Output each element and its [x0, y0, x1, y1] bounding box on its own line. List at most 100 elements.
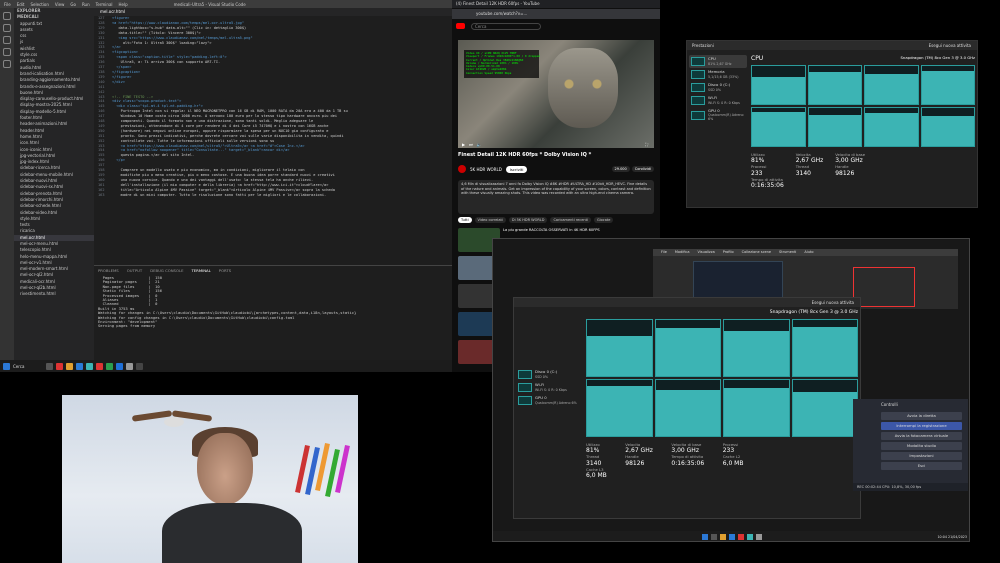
- cpu-core-graphs: [751, 65, 975, 147]
- obs-menu-item[interactable]: Profilo: [723, 249, 734, 256]
- obs-menubar: File Modifica Visualizza Profilo Collezione …: [653, 249, 958, 256]
- obs-control-button[interactable]: Modalita studio: [881, 442, 962, 450]
- app-icon[interactable]: [136, 362, 143, 370]
- edge-icon[interactable]: [76, 362, 83, 370]
- obs-menu-item[interactable]: Strumenti: [779, 249, 796, 256]
- obs-menu-item[interactable]: Modifica: [675, 249, 690, 256]
- obs-control-button[interactable]: Avvia la diretta: [881, 412, 962, 420]
- edge-icon[interactable]: [729, 534, 735, 540]
- app-icon[interactable]: [756, 534, 762, 540]
- perf-item[interactable]: Wi-Fi Wi-Fi S: 0 R: 0 Kbps: [516, 381, 582, 394]
- perf-item[interactable]: GPU 0 Qualcomm(R) Adreno 6%: [689, 107, 747, 124]
- obs-menu-item[interactable]: File: [661, 249, 667, 256]
- stat: Processi 233: [751, 164, 790, 176]
- panel-tab[interactable]: OUTPUT: [127, 268, 142, 273]
- folder-icon[interactable]: [66, 362, 73, 370]
- task-view-icon[interactable]: [46, 362, 53, 370]
- start-icon[interactable]: [3, 362, 10, 370]
- search-icon[interactable]: [3, 24, 11, 32]
- filter-chip[interactable]: Giocate: [593, 217, 614, 223]
- perf-item[interactable]: Disco 0 (C:) SSD 0%: [689, 81, 747, 94]
- activity-bar: [0, 8, 14, 364]
- menu-item[interactable]: Edit: [17, 2, 25, 7]
- start-icon[interactable]: [702, 534, 708, 540]
- cpu-stats-remote: Utilizzo 81% Velocita 2,67 GHz Velocita di b…: [586, 442, 756, 479]
- obs-controls-dock: Controlli Avvia la diretta Interrompi la …: [853, 399, 968, 489]
- app-icon[interactable]: [747, 534, 753, 540]
- like-button[interactable]: 29.000: [611, 166, 630, 172]
- app-icon[interactable]: [106, 362, 113, 370]
- run-debug-icon[interactable]: [3, 48, 11, 56]
- explorer-icon[interactable]: [3, 12, 11, 20]
- app-icon[interactable]: [86, 362, 93, 370]
- obs-control-button[interactable]: Esci: [881, 462, 962, 470]
- panel-tab[interactable]: TERMINAL: [191, 268, 210, 273]
- editor-area[interactable]: mel.ocr.html 127 <figure> 128 <a href="http…: [94, 8, 452, 265]
- panel-tab[interactable]: DEBUG CONSOLE: [150, 268, 183, 273]
- editor-tab[interactable]: mel.ocr.html: [94, 8, 452, 16]
- line-text: una nuova cornice. Quando e uno dei vant…: [112, 177, 314, 182]
- menu-item[interactable]: Help: [119, 2, 128, 7]
- filter-chip[interactable]: Di 5K HDR WORLD: [508, 217, 548, 223]
- obs-control-button[interactable]: Impostazioni: [881, 452, 962, 460]
- video-player[interactable]: Video ID / sCPN 6R2Q X1V5 TNBF Viewport …: [458, 40, 654, 148]
- play-icon[interactable]: ▶: [462, 142, 465, 147]
- run-new-task-button[interactable]: Esegui nuova attivita: [929, 41, 971, 50]
- line-text: controllate voi. Tutte le informazioni u…: [112, 138, 275, 143]
- channel-avatar[interactable]: [458, 165, 466, 173]
- code-view[interactable]: 127 <figure> 128 <a href="https://www.claud…: [94, 16, 452, 198]
- perf-label: Wi-Fi Wi-Fi S: 0 R: 0 Kbps: [535, 383, 567, 392]
- obs-menu-item[interactable]: Aiuto: [804, 249, 813, 256]
- obs-preview[interactable]: [693, 261, 783, 301]
- line-text: Ultra5, a: Ti arriva 300$ con supporto A…: [112, 60, 221, 65]
- perf-item[interactable]: CPU 81% 2,67 GHz: [689, 55, 747, 68]
- source-control-icon[interactable]: [3, 36, 11, 44]
- obs-source-frame[interactable]: [853, 267, 915, 307]
- app-icon[interactable]: [96, 362, 103, 370]
- perf-item[interactable]: Wi-Fi Wi-Fi S: 0 R: 0 Kbps: [689, 94, 747, 107]
- menu-item[interactable]: Go: [70, 2, 76, 7]
- panel-tab[interactable]: PROBLEMS: [98, 268, 119, 273]
- filter-chip[interactable]: Tutti: [458, 217, 472, 223]
- browser-tab[interactable]: (4) Finest Detail 12K HDR 60fps - YouTub…: [452, 0, 660, 8]
- menu-item[interactable]: Run: [82, 2, 90, 7]
- share-button[interactable]: Condividi: [631, 166, 654, 172]
- channel-name[interactable]: 5K HDR WORLD: [470, 167, 502, 172]
- obs-control-button[interactable]: Avvia la fotocamera virtuale: [881, 432, 962, 440]
- filter-chip[interactable]: Caricamenti recenti: [550, 217, 591, 223]
- terminal-panel[interactable]: PROBLEMS OUTPUT DEBUG CONSOLE TERMINAL PORTS…: [94, 265, 452, 364]
- address-bar[interactable]: youtube.com/watch?v=...: [452, 9, 660, 19]
- video-description[interactable]: 4,6 Mln di visualizzazioni 7 anni fa Dol…: [458, 180, 654, 214]
- search-input[interactable]: Cerca: [471, 22, 541, 30]
- panel-tab[interactable]: PORTS: [219, 268, 231, 273]
- line-text: </span>: [112, 65, 132, 70]
- menu-item[interactable]: View: [55, 2, 65, 7]
- perf-item[interactable]: GPU 0 Qualcomm(R) Adreno 6%: [516, 394, 582, 407]
- app-icon[interactable]: [738, 534, 744, 540]
- vscode-icon[interactable]: [116, 362, 123, 370]
- obs-control-button[interactable]: Interrompi la registrazione: [881, 422, 962, 430]
- search-icon[interactable]: [711, 534, 717, 540]
- clock: 10:04 21/04/2023: [937, 535, 967, 539]
- filter-chip[interactable]: Video correlati: [474, 217, 506, 223]
- obs-menu-item[interactable]: Visualizza: [698, 249, 715, 256]
- run-new-task-button-remote[interactable]: Esegui nuova attivita: [812, 298, 854, 307]
- perf-item[interactable]: Memoria 5,1/15,6 GB (33%): [689, 68, 747, 81]
- app-icon[interactable]: [56, 362, 63, 370]
- menu-item[interactable]: File: [4, 2, 11, 7]
- youtube-logo-icon[interactable]: [456, 23, 465, 29]
- obs-menu-item[interactable]: Collezione scene: [742, 249, 771, 256]
- fullscreen-icon[interactable]: ⛶: [645, 142, 654, 147]
- volume-icon[interactable]: 🔈: [477, 142, 482, 147]
- folder-icon[interactable]: [720, 534, 726, 540]
- file-item[interactable]: rivestimento.html: [14, 291, 94, 297]
- menu-item[interactable]: Terminal: [96, 2, 113, 7]
- filter-chips: Tutti Video correlati Di 5K HDR WORLD Caric…: [458, 217, 654, 223]
- next-icon[interactable]: ⏭: [469, 142, 473, 147]
- subscribe-button[interactable]: Iscriviti: [505, 165, 528, 173]
- app-icon[interactable]: [126, 362, 133, 370]
- extensions-icon[interactable]: [3, 60, 11, 68]
- menu-item[interactable]: Selection: [30, 2, 48, 7]
- taskbar-search[interactable]: Cerca: [13, 364, 43, 369]
- perf-item[interactable]: Disco 0 (C:) SSD 0%: [516, 368, 582, 381]
